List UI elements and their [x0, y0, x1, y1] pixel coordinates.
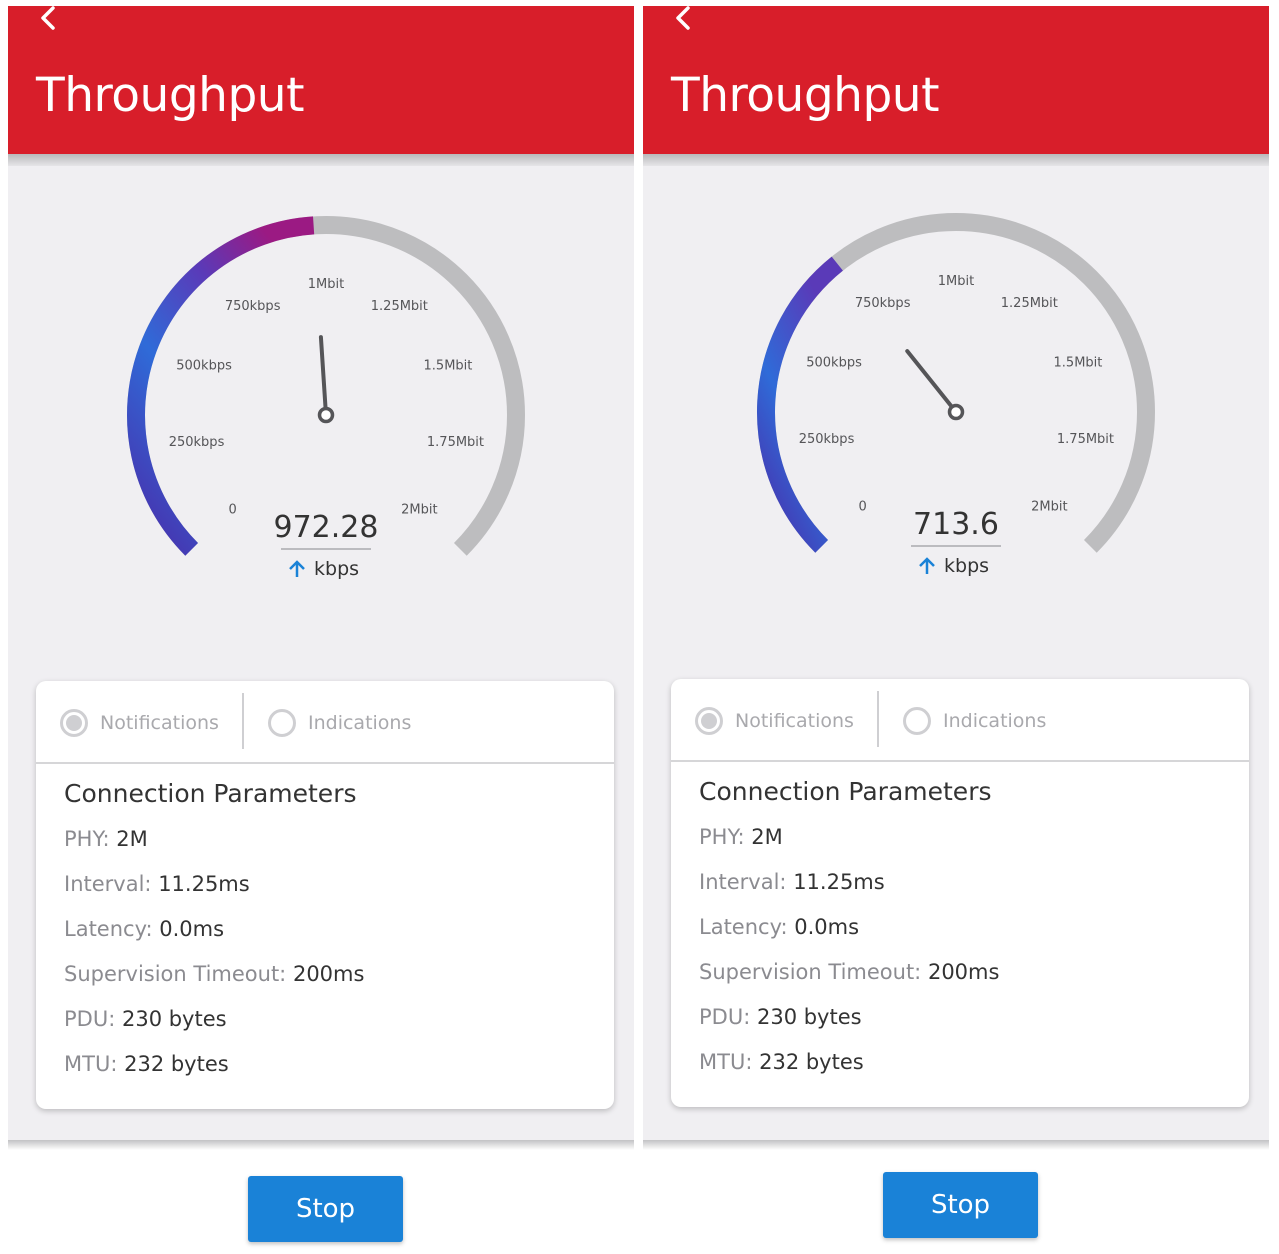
param-latency: Latency: 0.0ms: [699, 915, 860, 939]
header-shadow: [643, 154, 1269, 166]
arrow-up-icon: [289, 560, 305, 577]
gauge-tick-label: 750kbps: [225, 299, 281, 314]
indications-label: Indications: [308, 712, 412, 734]
footer-shadow: [643, 1140, 1269, 1150]
param-pdu: PDU: 230 bytes: [699, 1005, 862, 1029]
radio-unselected-icon: [268, 709, 296, 737]
param-pdu: PDU: 230 bytes: [64, 1007, 227, 1031]
gauge-tick-label: 250kbps: [169, 435, 225, 450]
arrow-up-icon: [919, 557, 935, 574]
indications-radio[interactable]: Indications: [268, 706, 411, 740]
notifications-radio[interactable]: Notifications: [695, 704, 854, 738]
gauge-hub: [317, 406, 335, 424]
indications-radio[interactable]: Indications: [903, 704, 1046, 738]
connection-parameters: Connection Parameters PHY: 2M Interval: …: [64, 779, 364, 1092]
radio-unselected-icon: [903, 707, 931, 735]
tab-divider: [877, 691, 879, 747]
gauge-tick-label: 750kbps: [855, 296, 911, 311]
connection-parameters: Connection Parameters PHY: 2M Interval: …: [699, 777, 999, 1090]
params-title: Connection Parameters: [699, 777, 992, 806]
params-title: Connection Parameters: [64, 779, 357, 808]
gauge-unit: kbps: [944, 555, 989, 577]
params-card: Notifications Indications Connection Par…: [36, 681, 614, 1109]
gauge-hub: [947, 403, 965, 421]
stop-button[interactable]: Stop: [883, 1172, 1038, 1238]
param-mtu: MTU: 232 bytes: [699, 1050, 864, 1074]
app-header: Throughput: [643, 6, 1269, 154]
gauge-tick-label: 1Mbit: [308, 277, 344, 292]
mode-tabs: Notifications Indications: [36, 681, 614, 764]
param-latency: Latency: 0.0ms: [64, 917, 225, 941]
param-supervision-timeout: Supervision Timeout: 200ms: [699, 960, 1000, 984]
gauge-fill: [757, 256, 843, 553]
params-card: Notifications Indications Connection Par…: [671, 679, 1249, 1107]
param-interval: Interval: 11.25ms: [699, 870, 885, 894]
indications-label: Indications: [943, 710, 1047, 732]
gauge-value: 972.28: [274, 510, 379, 545]
throughput-gauge: 0 250kbps 500kbps 750kbps 1Mbit 1.25Mbit 1.5Mb…: [127, 216, 525, 580]
param-mtu: MTU: 232 bytes: [64, 1052, 229, 1076]
content-area: 0 250kbps 500kbps 750kbps 1Mbit 1.25Mbit 1.5Mb…: [8, 166, 634, 1140]
gauge-needle: [905, 349, 958, 414]
gauge-tick-label: 500kbps: [176, 358, 232, 373]
radio-selected-icon: [695, 707, 723, 735]
gauge-tick-label: 1.25Mbit: [1001, 296, 1058, 311]
gauge-tick-label: 1.75Mbit: [427, 435, 484, 450]
gauge-value: 713.6: [913, 507, 999, 542]
param-phy: PHY: 2M: [64, 827, 148, 851]
gauge-tick-label: 1Mbit: [938, 274, 974, 289]
tab-divider: [242, 693, 244, 749]
gauge-tick-label: 0: [229, 502, 237, 517]
gauge-tick-label: 1.5Mbit: [1054, 355, 1103, 370]
stop-button[interactable]: Stop: [248, 1176, 403, 1242]
gauge-tick-label: 0: [859, 499, 867, 514]
gauge-fill: [127, 216, 315, 556]
param-phy: PHY: 2M: [699, 825, 783, 849]
gauge-unit: kbps: [314, 558, 359, 580]
gauge-tick-label: 1.75Mbit: [1057, 432, 1114, 447]
throughput-gauge: 0 250kbps 500kbps 750kbps 1Mbit 1.25Mbit 1.5Mb…: [757, 213, 1155, 577]
param-interval: Interval: 11.25ms: [64, 872, 250, 896]
throughput-screen-left: Throughput 0 250kbps 500kbps 750kbps 1Mbit 1.…: [8, 6, 634, 1254]
gauge-tick-label: 500kbps: [806, 355, 862, 370]
notifications-label: Notifications: [735, 710, 854, 732]
app-header: Throughput: [8, 6, 634, 154]
page-title: Throughput: [671, 68, 940, 123]
gauge-tick-label: 1.25Mbit: [371, 299, 428, 314]
gauge-tick-label: 250kbps: [799, 432, 855, 447]
notifications-radio[interactable]: Notifications: [60, 706, 219, 740]
radio-selected-icon: [60, 709, 88, 737]
page-title: Throughput: [36, 68, 305, 123]
footer-shadow: [8, 1140, 634, 1150]
chevron-left-icon[interactable]: [669, 4, 699, 34]
chevron-left-icon[interactable]: [34, 4, 64, 34]
notifications-label: Notifications: [100, 712, 219, 734]
mode-tabs: Notifications Indications: [671, 679, 1249, 762]
gauge-tick-label: 1.5Mbit: [424, 358, 473, 373]
header-shadow: [8, 154, 634, 166]
param-supervision-timeout: Supervision Timeout: 200ms: [64, 962, 365, 986]
gauge-tick-label: 2Mbit: [401, 502, 437, 517]
gauge-tick-label: 2Mbit: [1031, 499, 1067, 514]
gauge-needle: [318, 335, 328, 417]
throughput-screen-right: Throughput 0 250kbps 500kbps 750kbps 1Mbit 1.…: [643, 6, 1269, 1254]
content-area: 0 250kbps 500kbps 750kbps 1Mbit 1.25Mbit 1.5Mb…: [643, 166, 1269, 1140]
